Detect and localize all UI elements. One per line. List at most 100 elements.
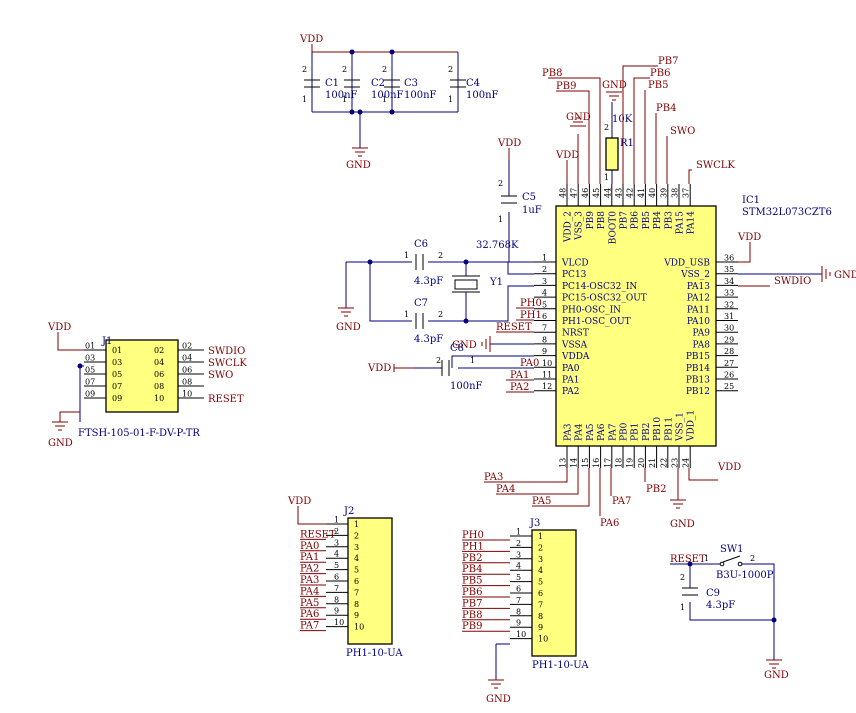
ic1-pin-name: PA14 bbox=[687, 211, 697, 234]
net-label-reset-ic: RESET bbox=[496, 322, 532, 333]
sw1-ref: SW1 bbox=[720, 544, 744, 555]
j3: J3 PH1-10-UA 1 1 PH0 2 2 PH1 3 3 PB2 4 4 PB4 5 5 PB5 6 6… bbox=[462, 518, 589, 705]
ic1-pin-number: 12 bbox=[542, 382, 552, 391]
sw1-value: B3U-1000P bbox=[716, 570, 774, 581]
j2-pin-number: 5 bbox=[334, 561, 339, 570]
j2-ref: J2 bbox=[343, 506, 354, 517]
ic1-pin-name: VDD_2 bbox=[564, 211, 574, 243]
ic1-pin-name: PC15-OSC32_OUT bbox=[562, 294, 647, 304]
j1-pin-name: 03 bbox=[112, 358, 122, 367]
j1-pin-number: 10 bbox=[182, 390, 192, 399]
j1-pin-name: 04 bbox=[154, 358, 164, 367]
ic1-pin-number: 43 bbox=[615, 188, 624, 198]
j2-net-label: PA3 bbox=[300, 575, 319, 586]
net-label-pa7-bottom: PA7 bbox=[612, 496, 631, 507]
c2-value: 100nF bbox=[371, 90, 404, 101]
ic1-pin-name: VSS_1 bbox=[676, 412, 686, 442]
svg-text:1: 1 bbox=[404, 251, 409, 260]
c7-ref: C7 bbox=[414, 298, 428, 309]
ic1-pin-number: 19 bbox=[626, 458, 635, 468]
net-label-pb2-bottom: PB2 bbox=[646, 484, 666, 495]
c6-value: 4.3pF bbox=[414, 276, 443, 287]
ic1-pin-name: VSSA bbox=[561, 340, 588, 350]
ic1-pin-name: PA5 bbox=[586, 423, 596, 441]
j2-net-label: PA2 bbox=[300, 564, 319, 575]
net-label-vdd-vdda: VDD bbox=[367, 363, 391, 374]
net-label-gnd-j3: GND bbox=[486, 694, 511, 705]
j2: J2 PH1-10-UA VDD 1 12 2RESET3 3PA04 4PA15 5PA… bbox=[287, 496, 403, 659]
j3-net-label: PB8 bbox=[462, 610, 482, 621]
ic1-pin-number: 30 bbox=[724, 324, 734, 333]
ic1-pin-number: 18 bbox=[615, 458, 624, 468]
net-label-pa5-bottom: PA5 bbox=[532, 496, 551, 507]
ic1-pin-name: PA10 bbox=[687, 317, 710, 327]
j2-net-label: PA1 bbox=[300, 552, 319, 563]
svg-text:2: 2 bbox=[382, 65, 387, 74]
ic1-pin-number: 15 bbox=[581, 458, 590, 468]
j3-pin-number: 1 bbox=[516, 528, 521, 537]
j3-net-label: PB6 bbox=[462, 587, 482, 598]
net-label-gnd-j1: GND bbox=[48, 438, 73, 449]
net-label-pb5-top: PB5 bbox=[648, 80, 668, 91]
j2-value: PH1-10-UA bbox=[346, 648, 403, 659]
svg-text:1: 1 bbox=[470, 356, 475, 365]
net-label-vdd-ic-bottom: VDD bbox=[717, 462, 741, 473]
net-label-vdd-top: VDD bbox=[299, 34, 323, 45]
j2-net-label: PA7 bbox=[300, 621, 319, 632]
ic1-pin-name: PB13 bbox=[686, 376, 710, 386]
ic1-pin-name: PH0-OSC_IN bbox=[562, 305, 621, 315]
ic1-pin-name: BOOT0 bbox=[608, 211, 618, 245]
r1-body bbox=[605, 137, 619, 171]
c2-ref: C2 bbox=[371, 78, 385, 89]
net-label-pa4-bottom: PA4 bbox=[496, 484, 515, 495]
ic1-pin-name: PA15 bbox=[676, 211, 686, 234]
net-label-swdio-j1: SWDIO bbox=[208, 346, 245, 357]
ic1-pin-number: 6 bbox=[542, 312, 547, 321]
c3-ref: C3 bbox=[404, 78, 418, 89]
ic1-pin-number: 47 bbox=[570, 188, 579, 198]
net-label-pa1-ic: PA1 bbox=[510, 370, 529, 381]
c7-value: 4.3pF bbox=[414, 334, 443, 345]
ic1-pin-number: 11 bbox=[542, 371, 552, 380]
ic1-pin-number: 35 bbox=[724, 265, 734, 274]
j3-pin-name: 7 bbox=[538, 600, 543, 609]
j2-net-label: PA0 bbox=[300, 541, 319, 552]
ic1-pin-name: PA9 bbox=[693, 329, 711, 339]
ic1-pin-number: 41 bbox=[637, 188, 646, 198]
j2-net-label: PA4 bbox=[300, 586, 319, 597]
net-label-swo-top: SWO bbox=[670, 126, 695, 137]
j3-net-label: PH0 bbox=[462, 530, 484, 541]
net-label-swdio-ic: SWDIO bbox=[774, 276, 811, 287]
svg-text:2: 2 bbox=[438, 310, 443, 319]
net-label-gnd-crystal: GND bbox=[336, 322, 361, 333]
ic1-pin-name: PA3 bbox=[564, 423, 574, 441]
net-label-pa6-bottom: PA6 bbox=[600, 518, 619, 529]
ic1-pin-number: 1 bbox=[542, 254, 547, 263]
ic1-pin-name: PA4 bbox=[575, 423, 585, 441]
ic1-pin-name: VSS_2 bbox=[680, 270, 710, 280]
j1-pin-number: 05 bbox=[85, 366, 95, 375]
j3-pin-name: 4 bbox=[538, 566, 543, 575]
schematic-canvas: VDD 21 21 21 21 C1 100nF C2 100nF C3 100… bbox=[0, 0, 856, 713]
c9-ref: C9 bbox=[706, 588, 720, 599]
ic1-pin-name: NRST bbox=[562, 329, 589, 339]
y1-ref: Y1 bbox=[489, 277, 503, 288]
j3-pin-name: 1 bbox=[538, 532, 543, 541]
j3-net-label: PB7 bbox=[462, 598, 482, 609]
ic1-pin-name: PA7 bbox=[608, 423, 618, 441]
svg-text:2: 2 bbox=[680, 573, 685, 582]
c4-value: 100nF bbox=[466, 90, 499, 101]
net-label-pb7-top: PB7 bbox=[658, 56, 678, 67]
ic1-pin-name: VSS_3 bbox=[575, 211, 585, 241]
ic1-pin-number: 5 bbox=[542, 300, 547, 309]
c1-value: 100nF bbox=[325, 90, 358, 101]
net-label-vdd-ic-right: VDD bbox=[737, 232, 761, 243]
j3-pin-name: 5 bbox=[538, 578, 543, 587]
ic1-pin-name: PA0 bbox=[562, 364, 580, 374]
ic1-value: STM32L073CZT6 bbox=[742, 207, 832, 218]
ic1-pin-name: PB9 bbox=[586, 211, 596, 230]
j2-net-label: PA5 bbox=[300, 598, 319, 609]
j3-pin-number: 9 bbox=[516, 619, 521, 628]
ic1-pin-name: PC13 bbox=[562, 270, 587, 280]
r1-value: 10K bbox=[612, 114, 633, 125]
